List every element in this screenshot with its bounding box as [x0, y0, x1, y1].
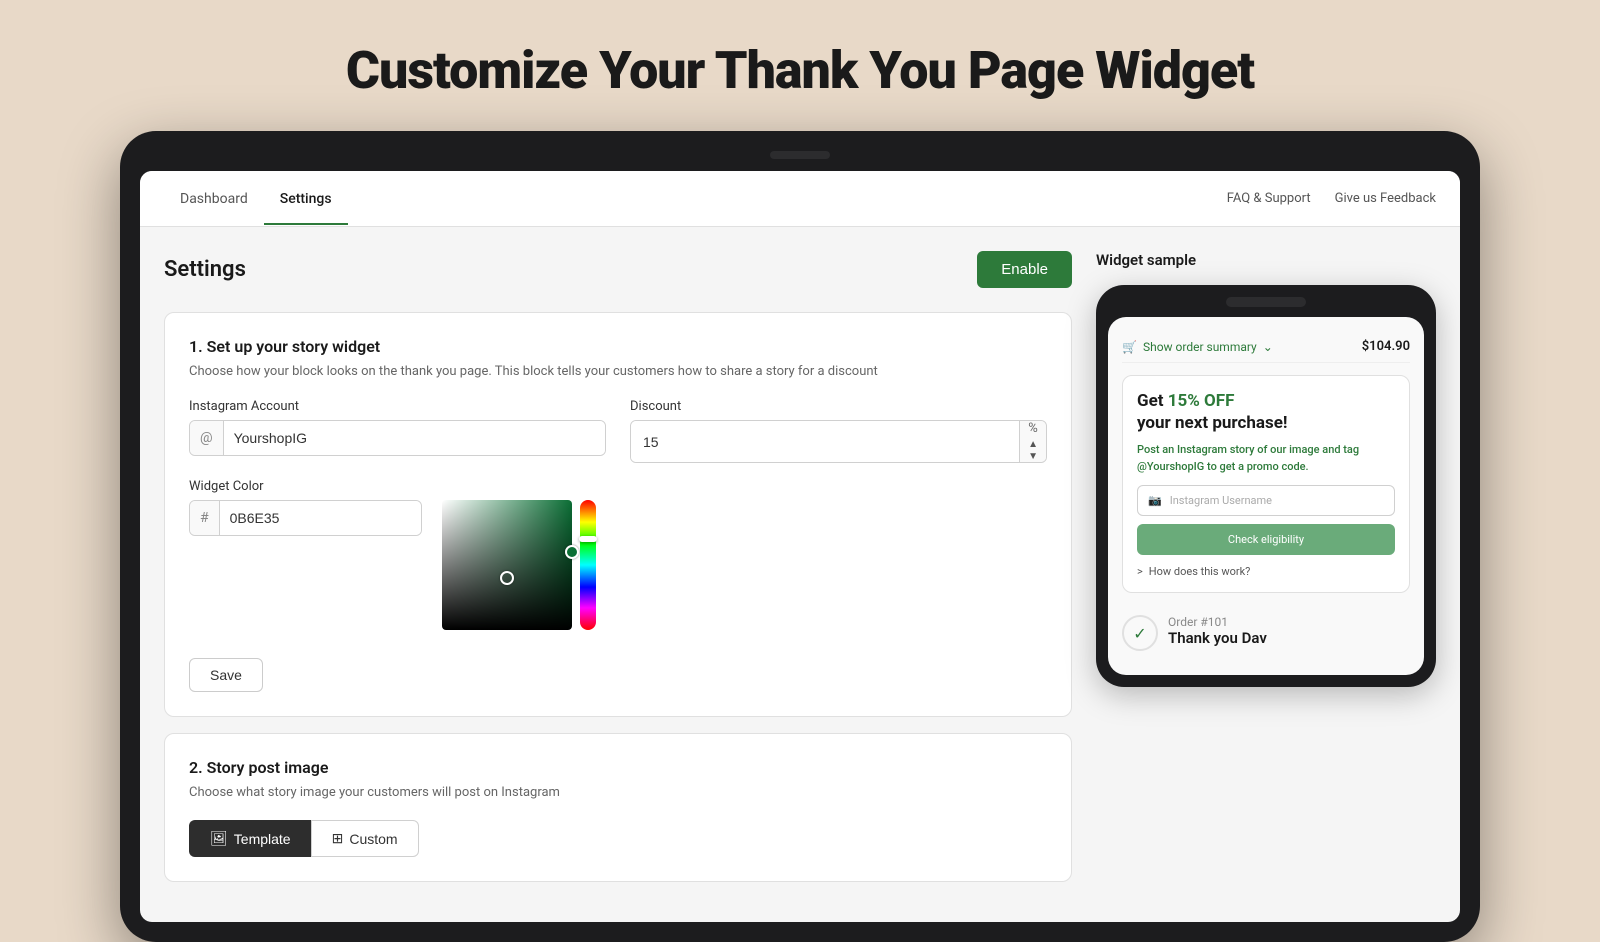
widget-card: Get 15% OFF your next purchase! Post an …: [1122, 375, 1410, 593]
instagram-group: Instagram Account @: [189, 399, 606, 463]
app-window: Dashboard Settings FAQ & Support Give us…: [140, 171, 1460, 922]
phone-mockup: 🛒 Show order summary ⌄ $104.90 Get 15% O…: [1096, 285, 1436, 687]
instagram-input[interactable]: [224, 421, 605, 455]
order-number: Order #101: [1168, 615, 1267, 629]
instagram-username-input[interactable]: 📷 Instagram Username: [1137, 485, 1395, 516]
discount-input[interactable]: [631, 421, 1019, 462]
chevron-down-icon: ⌄: [1263, 340, 1273, 354]
color-gradient-dot-center: [500, 571, 514, 585]
color-group: Widget Color #: [189, 479, 1047, 630]
section1-description: Choose how your block looks on the thank…: [189, 364, 1047, 379]
top-nav: Dashboard Settings FAQ & Support Give us…: [140, 171, 1460, 227]
color-input-group: #: [189, 500, 422, 536]
discount-label: Discount: [630, 399, 1047, 414]
order-thanks: Thank you Dav: [1168, 629, 1267, 647]
color-section: #: [189, 500, 1047, 630]
order-check-icon: ✓: [1122, 615, 1158, 651]
order-confirm-details: Order #101 Thank you Dav: [1168, 615, 1267, 647]
grid-icon: ⊞: [332, 830, 344, 847]
color-label: Widget Color: [189, 479, 1047, 494]
section1-heading: 1. Set up your story widget: [189, 337, 1047, 356]
phone-screen: 🛒 Show order summary ⌄ $104.90 Get 15% O…: [1108, 317, 1424, 675]
page-title: Customize Your Thank You Page Widget: [346, 40, 1254, 101]
color-input[interactable]: [220, 501, 421, 535]
enable-button[interactable]: Enable: [977, 251, 1072, 288]
device-camera: [770, 151, 830, 159]
image-icon: 🖼: [210, 830, 228, 847]
save-button[interactable]: Save: [189, 658, 263, 692]
main-content: Settings Enable 1. Set up your story wid…: [140, 227, 1460, 922]
order-summary-text[interactable]: Show order summary: [1143, 340, 1257, 354]
cart-icon: 🛒: [1122, 340, 1137, 354]
how-it-works[interactable]: > How does this work?: [1137, 565, 1395, 578]
section1-card: 1. Set up your story widget Choose how y…: [164, 312, 1072, 717]
instagram-icon: 📷: [1148, 494, 1162, 507]
discount-suffix: % ▲ ▼: [1019, 421, 1046, 462]
color-prefix: #: [190, 501, 220, 535]
discount-input-wrapper: % ▲ ▼: [630, 420, 1047, 463]
order-amount: $104.90: [1362, 339, 1410, 354]
template-tab[interactable]: 🖼 Template: [189, 820, 311, 857]
custom-tab[interactable]: ⊞ Custom: [311, 820, 419, 857]
discount-group: Discount % ▲ ▼: [630, 399, 1047, 463]
discount-increment[interactable]: ▲: [1028, 440, 1038, 450]
color-gradient[interactable]: [442, 500, 572, 630]
settings-title: Settings: [164, 257, 246, 282]
widget-sample-label: Widget sample: [1096, 251, 1436, 269]
tab-dashboard[interactable]: Dashboard: [164, 173, 264, 225]
widget-panel: Widget sample 🛒 Show order summary ⌄ $10…: [1096, 251, 1436, 898]
faq-support-link[interactable]: FAQ & Support: [1227, 191, 1311, 206]
image-type-tabs: 🖼 Template ⊞ Custom: [189, 820, 1047, 857]
order-summary-left: 🛒 Show order summary ⌄: [1122, 340, 1273, 354]
device-frame: Dashboard Settings FAQ & Support Give us…: [120, 131, 1480, 942]
discount-decrement[interactable]: ▼: [1028, 452, 1038, 462]
hue-slider-thumb: [579, 536, 597, 542]
form-row-1: Instagram Account @ Discount: [189, 399, 1047, 463]
phone-notch: [1226, 297, 1306, 307]
tab-settings[interactable]: Settings: [264, 173, 348, 225]
color-picker-visual[interactable]: [442, 500, 596, 630]
order-summary-bar: 🛒 Show order summary ⌄ $104.90: [1122, 331, 1410, 363]
instagram-input-wrapper: @: [189, 420, 606, 456]
chevron-right-icon: >: [1137, 565, 1143, 578]
section2-card: 2. Story post image Choose what story im…: [164, 733, 1072, 882]
section2-heading: 2. Story post image: [189, 758, 1047, 777]
discount-highlight: 15% OFF: [1168, 391, 1235, 411]
check-eligibility-button[interactable]: Check eligibility: [1137, 524, 1395, 555]
settings-header: Settings Enable: [164, 251, 1072, 288]
settings-panel: Settings Enable 1. Set up your story wid…: [164, 251, 1072, 898]
instagram-prefix: @: [190, 421, 224, 455]
hue-slider[interactable]: [580, 500, 596, 630]
color-gradient-dot-right: [565, 545, 579, 559]
widget-discount-text: Get 15% OFF your next purchase!: [1137, 390, 1395, 434]
section2-description: Choose what story image your customers w…: [189, 785, 1047, 800]
order-confirm: ✓ Order #101 Thank you Dav: [1122, 605, 1410, 661]
nav-actions: FAQ & Support Give us Feedback: [1227, 191, 1436, 206]
feedback-link[interactable]: Give us Feedback: [1335, 191, 1436, 206]
widget-description: Post an Instagram story of our image and…: [1137, 442, 1395, 475]
nav-tabs: Dashboard Settings: [164, 173, 1227, 225]
account-tag: @YourshopIG: [1137, 460, 1204, 473]
instagram-label: Instagram Account: [189, 399, 606, 414]
color-input-wrapper: #: [189, 500, 422, 536]
